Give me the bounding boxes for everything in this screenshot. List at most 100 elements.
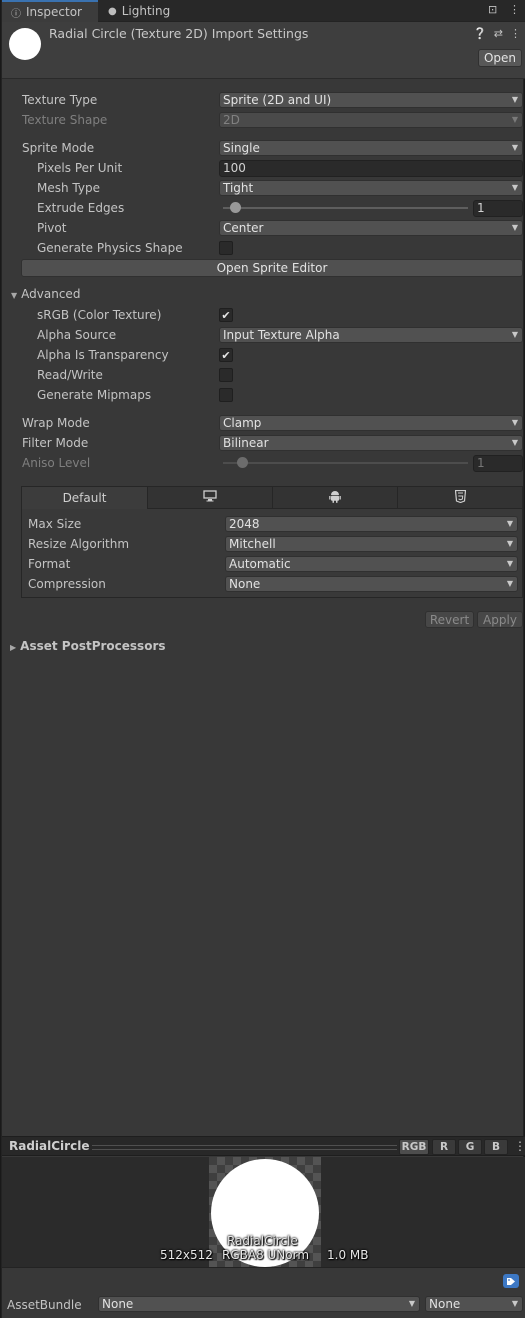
read-write-label: Read/Write [37,368,103,382]
wrap-mode-value: Clamp [223,416,262,430]
read-write-checkbox[interactable] [219,368,233,382]
texture-preview: RadialCircle 512x512 RGBA8 UNorm 1.0 MB [2,1157,525,1267]
compression-dropdown[interactable]: None ▼ [225,576,518,592]
sprite-mode-dropdown[interactable]: Single ▼ [219,140,523,156]
aniso-level-slider-handle [237,457,249,468]
alpha-source-value: Input Texture Alpha [223,328,340,342]
tab-lighting[interactable]: ● Lighting [98,0,188,22]
dropdown-arrow-icon: ▼ [511,418,518,427]
platform-tab-default[interactable]: Default [22,487,148,509]
dropdown-arrow-icon: ▼ [506,519,513,528]
lock-icon[interactable]: ⊡ [488,3,497,16]
platform-tab-webgl[interactable] [398,487,522,509]
pixels-per-unit-field[interactable]: 100 [219,160,523,177]
sprite-mode-label: Sprite Mode [22,141,95,155]
dropdown-arrow-icon: ▼ [511,330,518,339]
wrap-mode-label: Wrap Mode [22,416,90,430]
generate-mipmaps-checkbox[interactable] [219,388,233,402]
lightbulb-icon: ● [108,5,117,17]
info-icon: ⓘ [11,8,21,20]
extrude-edges-slider-handle[interactable] [230,202,242,213]
asset-postprocessors-label: Asset PostProcessors [20,639,166,653]
dropdown-arrow-icon: ▼ [506,579,513,588]
dropdown-arrow-icon: ▼ [408,1299,415,1308]
foldout-collapsed-icon: ▶ [10,643,17,652]
tab-bar: ⓘ Inspector ● Lighting ⊡ ⋮ [2,0,525,22]
texture-type-value: Sprite (2D and UI) [223,93,332,107]
channel-g-button[interactable]: G [458,1139,482,1155]
extrude-edges-slider-track[interactable] [223,207,468,209]
texture-shape-dropdown: 2D ▼ [219,112,523,128]
advanced-foldout[interactable]: ▼ Advanced [11,287,80,301]
revert-button[interactable]: Revert [425,611,474,628]
srgb-checkbox[interactable]: ✔ [219,308,233,322]
format-dropdown[interactable]: Automatic ▼ [225,556,518,572]
texture-type-label: Texture Type [22,93,98,107]
texture-shape-value: 2D [223,113,240,127]
channel-b-button[interactable]: B [484,1139,508,1155]
filter-mode-dropdown[interactable]: Bilinear ▼ [219,435,523,451]
pivot-label: Pivot [37,221,67,235]
assetbundle-variant-value: None [429,1297,461,1311]
channel-r-button[interactable]: R [432,1139,456,1155]
filter-mode-value: Bilinear [223,436,269,450]
kebab-menu-icon[interactable]: ⋮ [510,27,521,40]
aniso-level-label: Aniso Level [22,456,91,470]
mesh-type-value: Tight [223,181,254,195]
dropdown-arrow-icon: ▼ [506,539,513,548]
alpha-source-dropdown[interactable]: Input Texture Alpha ▼ [219,327,523,343]
assetbundle-label: AssetBundle [7,1298,82,1312]
preview-toolbar: RadialCircle RGB R G B ⋮ [2,1136,525,1156]
aniso-level-field: 1 [473,455,523,472]
resize-algorithm-value: Mitchell [229,537,276,551]
platform-settings-box: Default Max Size 2048 ▼ Resize Algorithm… [21,486,523,598]
dropdown-arrow-icon: ▼ [511,143,518,152]
assetbundle-name-value: None [102,1297,134,1311]
settings-sliders-icon[interactable]: ⇄ [494,27,503,40]
mesh-type-dropdown[interactable]: Tight ▼ [219,180,523,196]
android-icon [329,490,341,506]
format-value: Automatic [229,557,291,571]
generate-mipmaps-label: Generate Mipmaps [37,388,152,402]
channel-rgb-button[interactable]: RGB [399,1139,429,1155]
assetbundle-name-dropdown[interactable]: None ▼ [98,1296,420,1312]
generate-physics-shape-checkbox[interactable] [219,241,233,255]
asset-postprocessors-foldout[interactable]: ▶ Asset PostProcessors [10,639,166,653]
platform-tab-android[interactable] [273,487,398,509]
assetbundle-variant-dropdown[interactable]: None ▼ [425,1296,523,1312]
more-options-icon[interactable]: ⋮ [509,3,520,16]
resize-algorithm-dropdown[interactable]: Mitchell ▼ [225,536,518,552]
foldout-expanded-icon: ▼ [11,291,18,300]
alpha-is-transparency-checkbox[interactable]: ✔ [219,348,233,362]
platform-tab-standalone[interactable] [148,487,273,509]
dropdown-arrow-icon: ▼ [506,559,513,568]
texture-type-dropdown[interactable]: Sprite (2D and UI) ▼ [219,92,523,108]
preview-menu-icon[interactable]: ⋮ [514,1139,525,1153]
inspector-header: Radial Circle (Texture 2D) Import Settin… [2,22,525,79]
wrap-mode-dropdown[interactable]: Clamp ▼ [219,415,523,431]
pixels-per-unit-label: Pixels Per Unit [37,161,123,175]
open-sprite-editor-button[interactable]: Open Sprite Editor [21,259,523,277]
alpha-is-transparency-label: Alpha Is Transparency [37,348,169,362]
max-size-dropdown[interactable]: 2048 ▼ [225,516,518,532]
dropdown-arrow-icon: ▼ [511,1299,518,1308]
assetbundle-section: AssetBundle None ▼ None ▼ [2,1267,525,1318]
preview-overlay-name: RadialCircle [227,1234,298,1248]
preview-size: 1.0 MB [327,1248,369,1262]
advanced-label: Advanced [21,287,81,301]
dropdown-arrow-icon: ▼ [511,115,518,124]
apply-button[interactable]: Apply [477,611,523,628]
dropdown-arrow-icon: ▼ [511,183,518,192]
texture-thumbnail [9,28,41,60]
help-icon[interactable]: ❔ [473,27,487,40]
preview-title: RadialCircle [9,1139,90,1153]
tab-inspector[interactable]: ⓘ Inspector [2,0,98,22]
extrude-edges-field[interactable]: 1 [473,200,523,217]
label-tag-icon[interactable] [503,1274,519,1288]
pivot-dropdown[interactable]: Center ▼ [219,220,523,236]
page-title: Radial Circle (Texture 2D) Import Settin… [49,26,309,41]
open-button[interactable]: Open [478,49,522,67]
aniso-level-slider-track [223,462,468,464]
preview-drag-handle[interactable] [92,1145,397,1150]
compression-value: None [229,577,261,591]
